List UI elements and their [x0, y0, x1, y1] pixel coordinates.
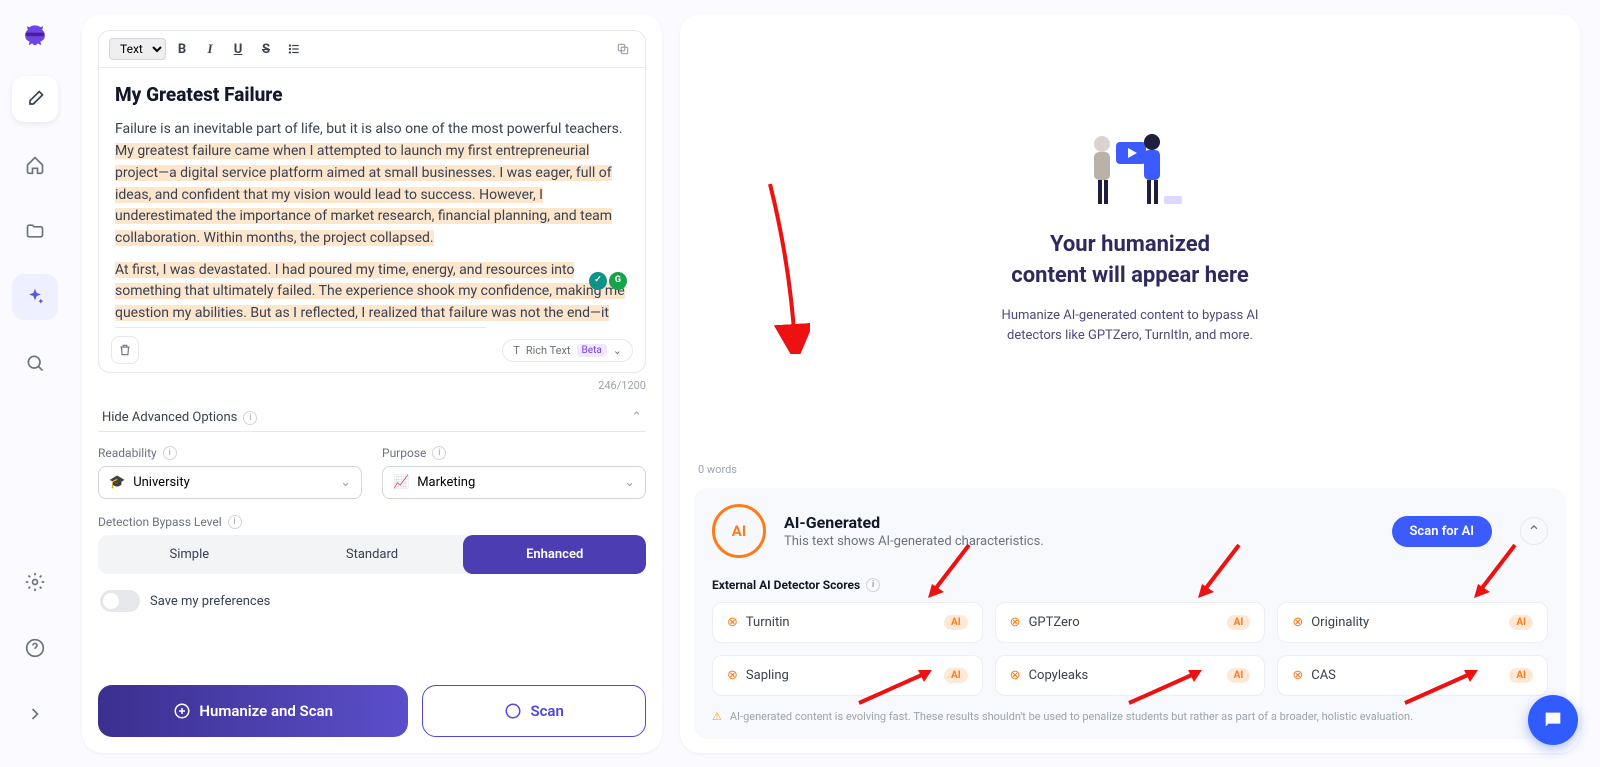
result-subtitle: This text shows AI-generated characteris…	[784, 534, 1044, 549]
chart-icon: 📈	[393, 475, 409, 490]
chat-button[interactable]	[1528, 695, 1578, 745]
ai-badge: AI	[944, 615, 968, 630]
paragraph-2: At first, I was devastated. I had poured…	[115, 260, 629, 328]
chevron-down-icon: ⌄	[340, 475, 351, 490]
detector-score-gptzero: ⊗ GPTZero AI	[995, 602, 1266, 643]
italic-button[interactable]: I	[198, 37, 222, 61]
output-word-count: 0 words	[680, 457, 1580, 482]
detector-score-sapling: ⊗ Sapling AI	[712, 655, 983, 696]
result-title: AI-Generated	[784, 513, 1044, 532]
scan-button[interactable]: Scan	[422, 685, 646, 737]
chevron-down-icon: ⌄	[624, 475, 635, 490]
word-count: 246/1200	[98, 379, 646, 392]
chevron-down-icon: ⌄	[613, 344, 622, 357]
advanced-options-toggle[interactable]: Hide Advanced Options i ⌃	[98, 404, 646, 432]
ai-badge: AI	[1227, 668, 1251, 683]
bypass-standard[interactable]: Standard	[281, 535, 464, 574]
info-icon: i	[228, 515, 242, 529]
output-subtitle: Humanize AI-generated content to bypass …	[1002, 306, 1259, 348]
result-box: AI AI-Generated This text shows AI-gener…	[694, 488, 1566, 739]
bypass-level-segment: Simple Standard Enhanced	[98, 535, 646, 574]
nav-folder[interactable]	[12, 208, 58, 254]
copy-button[interactable]	[611, 37, 635, 61]
detector-name: Turnitin	[746, 615, 790, 630]
detector-name: CAS	[1311, 668, 1336, 683]
nav-settings[interactable]	[12, 559, 58, 605]
humanize-button[interactable]: Humanize and Scan	[98, 685, 408, 737]
external-scores-label: External AI Detector Scores i	[712, 578, 1548, 592]
detector-name: Originality	[1311, 615, 1369, 630]
detector-score-originality: ⊗ Originality AI	[1277, 602, 1548, 643]
output-panel: Your humanizedcontent will appear here H…	[680, 14, 1580, 753]
bypass-simple[interactable]: Simple	[98, 535, 281, 574]
text-icon: T	[513, 344, 520, 357]
x-circle-icon: ⊗	[1010, 615, 1021, 630]
ai-badge: AI	[1509, 668, 1533, 683]
collapse-result-button[interactable]: ⌃	[1520, 517, 1548, 545]
detector-name: Sapling	[746, 668, 789, 683]
detector-score-turnitin: ⊗ Turnitin AI	[712, 602, 983, 643]
ai-badge: AI	[1227, 615, 1251, 630]
ai-verdict-badge: AI	[712, 504, 766, 558]
nav-sparkle[interactable]	[12, 274, 58, 320]
nav-search[interactable]	[12, 340, 58, 386]
output-title: Your humanizedcontent will appear here	[1011, 230, 1249, 292]
info-icon: i	[866, 578, 880, 592]
scan-for-ai-button[interactable]: Scan for AI	[1392, 516, 1493, 547]
detector-score-cas: ⊗ CAS AI	[1277, 655, 1548, 696]
x-circle-icon: ⊗	[1292, 615, 1303, 630]
save-preferences-label: Save my preferences	[150, 594, 270, 609]
x-circle-icon: ⊗	[1292, 668, 1303, 683]
detector-score-copyleaks: ⊗ Copyleaks AI	[995, 655, 1266, 696]
x-circle-icon: ⊗	[1010, 668, 1021, 683]
chevron-up-icon: ⌃	[631, 410, 642, 425]
grammarly-icon: ✓G	[589, 272, 627, 290]
info-icon: i	[432, 446, 446, 460]
app-logo	[17, 20, 53, 56]
purpose-select[interactable]: 📈 Marketing ⌄	[382, 466, 646, 499]
info-icon: i	[243, 411, 257, 425]
nav-collapse[interactable]	[12, 691, 58, 737]
sidebar	[0, 0, 70, 767]
document-title: My Greatest Failure	[115, 80, 629, 109]
disclaimer-text: AI-generated content is evolving fast. T…	[730, 710, 1413, 723]
list-button[interactable]	[282, 37, 306, 61]
bold-button[interactable]: B	[170, 37, 194, 61]
strike-button[interactable]: S	[254, 37, 278, 61]
readability-select[interactable]: 🎓 University ⌄	[98, 466, 362, 499]
editor-toolbar: Text B I U S	[99, 31, 645, 68]
delete-button[interactable]	[111, 336, 139, 364]
detector-name: Copyleaks	[1029, 668, 1089, 683]
nav-edit[interactable]	[12, 76, 58, 122]
x-circle-icon: ⊗	[727, 668, 738, 683]
detector-name: GPTZero	[1029, 615, 1080, 630]
format-select[interactable]: Text	[109, 38, 166, 60]
graduation-cap-icon: 🎓	[109, 475, 125, 490]
ai-badge: AI	[944, 668, 968, 683]
save-preferences-toggle[interactable]	[100, 590, 140, 612]
editor-panel: Text B I U S My Greatest Failure Failure…	[82, 14, 662, 753]
nav-help[interactable]	[12, 625, 58, 671]
editor-textarea[interactable]: My Greatest Failure Failure is an inevit…	[99, 68, 645, 328]
underline-button[interactable]: U	[226, 37, 250, 61]
x-circle-icon: ⊗	[727, 615, 738, 630]
illustration	[1070, 124, 1190, 214]
ai-badge: AI	[1509, 615, 1533, 630]
info-icon: i	[163, 446, 177, 460]
bypass-enhanced[interactable]: Enhanced	[463, 535, 646, 574]
nav-home[interactable]	[12, 142, 58, 188]
warning-icon: ⚠	[712, 710, 722, 723]
rich-text-toggle[interactable]: T Rich Text Beta ⌄	[502, 339, 633, 362]
paragraph-1: Failure is an inevitable part of life, b…	[115, 119, 629, 249]
annotation-arrow	[740, 174, 810, 354]
